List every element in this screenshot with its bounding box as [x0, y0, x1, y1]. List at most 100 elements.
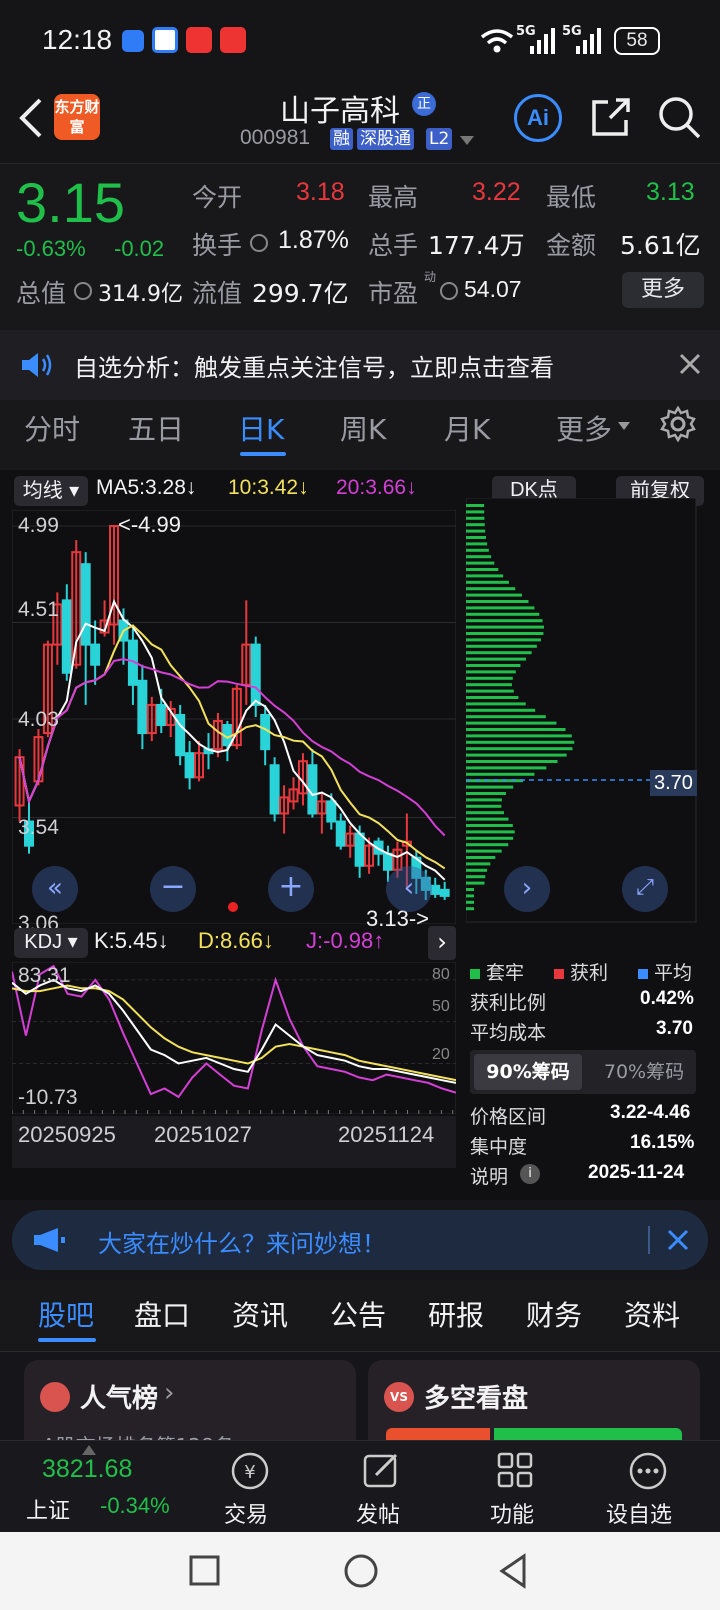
- candle-body: [326, 800, 337, 823]
- app-logo[interactable]: 东方财富: [54, 94, 100, 140]
- high-label: 最高: [368, 183, 419, 212]
- chip-bar: [466, 510, 485, 514]
- date-label: 20250925: [18, 1122, 116, 1147]
- app-logo-text: 东方财富: [54, 98, 100, 136]
- bull-bear-card[interactable]: VS 多空看盘: [368, 1360, 700, 1440]
- kdj-axis-label: 83.31: [18, 964, 71, 987]
- tab-daily-k[interactable]: 日K: [238, 408, 284, 448]
- popularity-card[interactable]: 人气榜 › A股市场排名第128名: [24, 1360, 356, 1440]
- tab-70-percent[interactable]: 70%筹码: [594, 1054, 694, 1090]
- nav-functions[interactable]: 功能: [484, 1447, 548, 1531]
- avg-cost-value: 3.70: [656, 1018, 693, 1039]
- ma20-value: 20:3.66↓: [336, 476, 417, 499]
- chip-bar: [466, 561, 495, 565]
- chevron-right-icon[interactable]: ›: [428, 926, 456, 960]
- tab-weekly-k[interactable]: 周K: [340, 408, 386, 448]
- event-marker[interactable]: [228, 902, 238, 912]
- nav-trade[interactable]: ¥ 交易: [218, 1447, 282, 1531]
- zoom-in-button[interactable]: +: [268, 866, 314, 912]
- chip-bar: [466, 849, 502, 853]
- kline-chart[interactable]: [12, 510, 456, 924]
- search-icon[interactable]: [658, 96, 702, 140]
- chip-bar: [466, 907, 474, 911]
- ma-selector-label: 均线: [22, 478, 63, 502]
- ma-selector[interactable]: 均线 ▾: [14, 476, 88, 506]
- kdj-axis-label: 20: [432, 1046, 450, 1063]
- candle-body: [439, 888, 450, 897]
- chip-bar: [466, 587, 516, 591]
- scroll-prev-button[interactable]: ‹: [386, 866, 432, 912]
- zoom-out-button[interactable]: −: [150, 866, 196, 912]
- volume-value: 177.4万: [428, 231, 525, 260]
- status-bar: 12:18 5G 5G 58: [0, 0, 720, 84]
- chip-bar: [466, 728, 566, 731]
- nav-label: 发帖: [356, 1503, 401, 1528]
- ai-button[interactable]: Ai: [514, 94, 562, 142]
- chip-distribution-chart[interactable]: [466, 498, 698, 924]
- kdj-selector[interactable]: KDJ ▾: [14, 928, 88, 958]
- chip-bar: [466, 619, 543, 623]
- chip-bar: [466, 548, 489, 552]
- ask-banner[interactable]: 大家在炒什么？来问妙想！: [12, 1210, 708, 1270]
- tab-intraday[interactable]: 分时: [24, 408, 80, 448]
- index-value[interactable]: 3821.68: [42, 1455, 132, 1484]
- tab-90-percent[interactable]: 90%筹码: [474, 1054, 582, 1090]
- chip-bar: [466, 792, 506, 795]
- more-button[interactable]: 更多: [622, 272, 704, 308]
- candle-body: [156, 703, 167, 727]
- tab-profile[interactable]: 资料: [624, 1294, 680, 1334]
- info-icon[interactable]: [250, 234, 268, 252]
- back-icon[interactable]: [496, 1552, 530, 1590]
- mktcap-label: 总值: [16, 279, 67, 308]
- notification-app-icon: [186, 27, 212, 53]
- info-icon[interactable]: i: [520, 1164, 540, 1184]
- mktcap-value: 314.9亿: [98, 282, 183, 307]
- more-dots-icon: [629, 1452, 667, 1490]
- chip-bar: [466, 734, 572, 738]
- ranking-icon: [40, 1382, 70, 1412]
- back-arrow-icon[interactable]: [16, 98, 44, 138]
- active-tab-indicator: [38, 1338, 96, 1342]
- tab-five-day[interactable]: 五日: [128, 408, 184, 448]
- chip-next-button[interactable]: ›: [504, 866, 550, 912]
- tab-announcements[interactable]: 公告: [330, 1294, 386, 1334]
- nav-add-watchlist[interactable]: 设自选: [606, 1447, 696, 1531]
- recent-apps-icon[interactable]: [188, 1554, 222, 1588]
- y-axis-label: 4.99: [18, 514, 59, 537]
- tab-more[interactable]: 更多: [556, 408, 612, 448]
- share-icon[interactable]: [590, 96, 632, 138]
- close-icon[interactable]: [678, 352, 702, 376]
- ma5-value: MA5:3.28↓: [96, 476, 197, 499]
- info-icon[interactable]: [440, 282, 458, 300]
- notice-text: 自选分析：触发重点关注信号，立即点击查看: [74, 354, 554, 382]
- nav-post[interactable]: 发帖: [350, 1447, 414, 1531]
- tab-orderbook[interactable]: 盘口: [134, 1294, 190, 1334]
- info-icon[interactable]: [74, 282, 92, 300]
- tab-news[interactable]: 资讯: [232, 1294, 288, 1334]
- chip-bar: [466, 651, 532, 655]
- index-name[interactable]: 上证: [26, 1493, 70, 1525]
- amount-label: 金额: [546, 231, 597, 260]
- period-tabs: 分时 五日 日K 周K 月K 更多: [0, 400, 720, 470]
- tab-forum[interactable]: 股吧: [38, 1294, 94, 1334]
- chip-bar: [466, 817, 509, 821]
- index-percent[interactable]: -0.34%: [100, 1493, 170, 1519]
- alert-notice[interactable]: 自选分析：触发重点关注信号，立即点击查看: [0, 330, 720, 400]
- kdj-chart[interactable]: [12, 962, 456, 1114]
- chevron-down-icon[interactable]: [460, 136, 474, 146]
- tab-finance[interactable]: 财务: [526, 1294, 582, 1334]
- profit-ratio-label: 获利比例: [470, 992, 547, 1014]
- candle-body: [61, 599, 72, 674]
- tab-research[interactable]: 研报: [428, 1294, 484, 1334]
- tab-monthly-k[interactable]: 月K: [444, 408, 490, 448]
- close-icon[interactable]: [666, 1228, 690, 1252]
- amount-value: 5.61亿: [620, 231, 701, 260]
- home-icon[interactable]: [342, 1552, 380, 1590]
- chip-bar: [466, 593, 522, 597]
- kdj-background: [12, 962, 456, 1114]
- expand-icon[interactable]: ⤢: [622, 866, 668, 912]
- grid-icon: [497, 1452, 533, 1488]
- scroll-left-button[interactable]: «: [32, 866, 78, 912]
- gear-icon[interactable]: [660, 406, 696, 442]
- pe-label: 市盈: [368, 279, 419, 308]
